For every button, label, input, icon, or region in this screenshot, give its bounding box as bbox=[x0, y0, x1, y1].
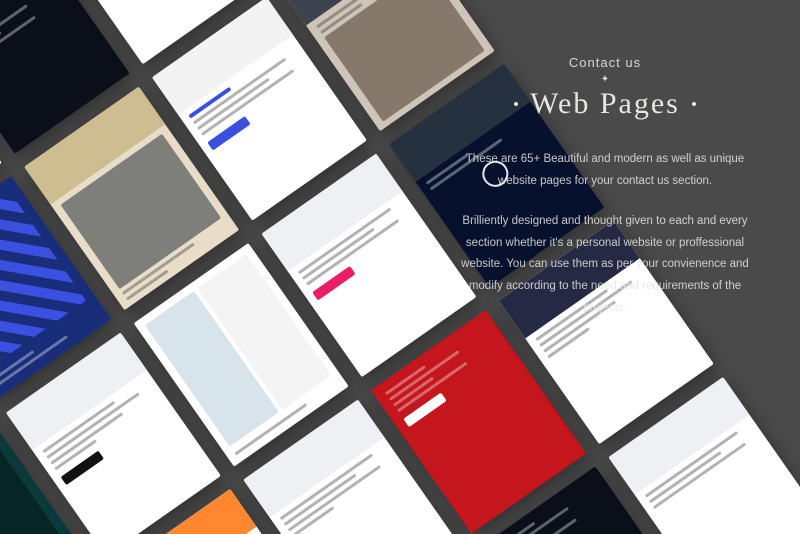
paragraph-1: These are 65+ Beautiful and modern as we… bbox=[450, 149, 760, 193]
promo-stage: Contact us ✦ Web Pages These are 65+ Bea… bbox=[0, 0, 800, 534]
copy-block: Contact us ✦ Web Pages These are 65+ Bea… bbox=[450, 55, 760, 338]
divider-star-icon: ✦ bbox=[450, 74, 760, 85]
paragraph-2: Brilliently designed and thought given t… bbox=[450, 211, 760, 320]
title-row: Web Pages bbox=[450, 87, 760, 121]
subtitle: Contact us bbox=[450, 55, 760, 70]
ornament-dot-icon bbox=[692, 102, 696, 106]
ornament-dot-icon bbox=[514, 102, 518, 106]
title: Web Pages bbox=[530, 87, 680, 121]
